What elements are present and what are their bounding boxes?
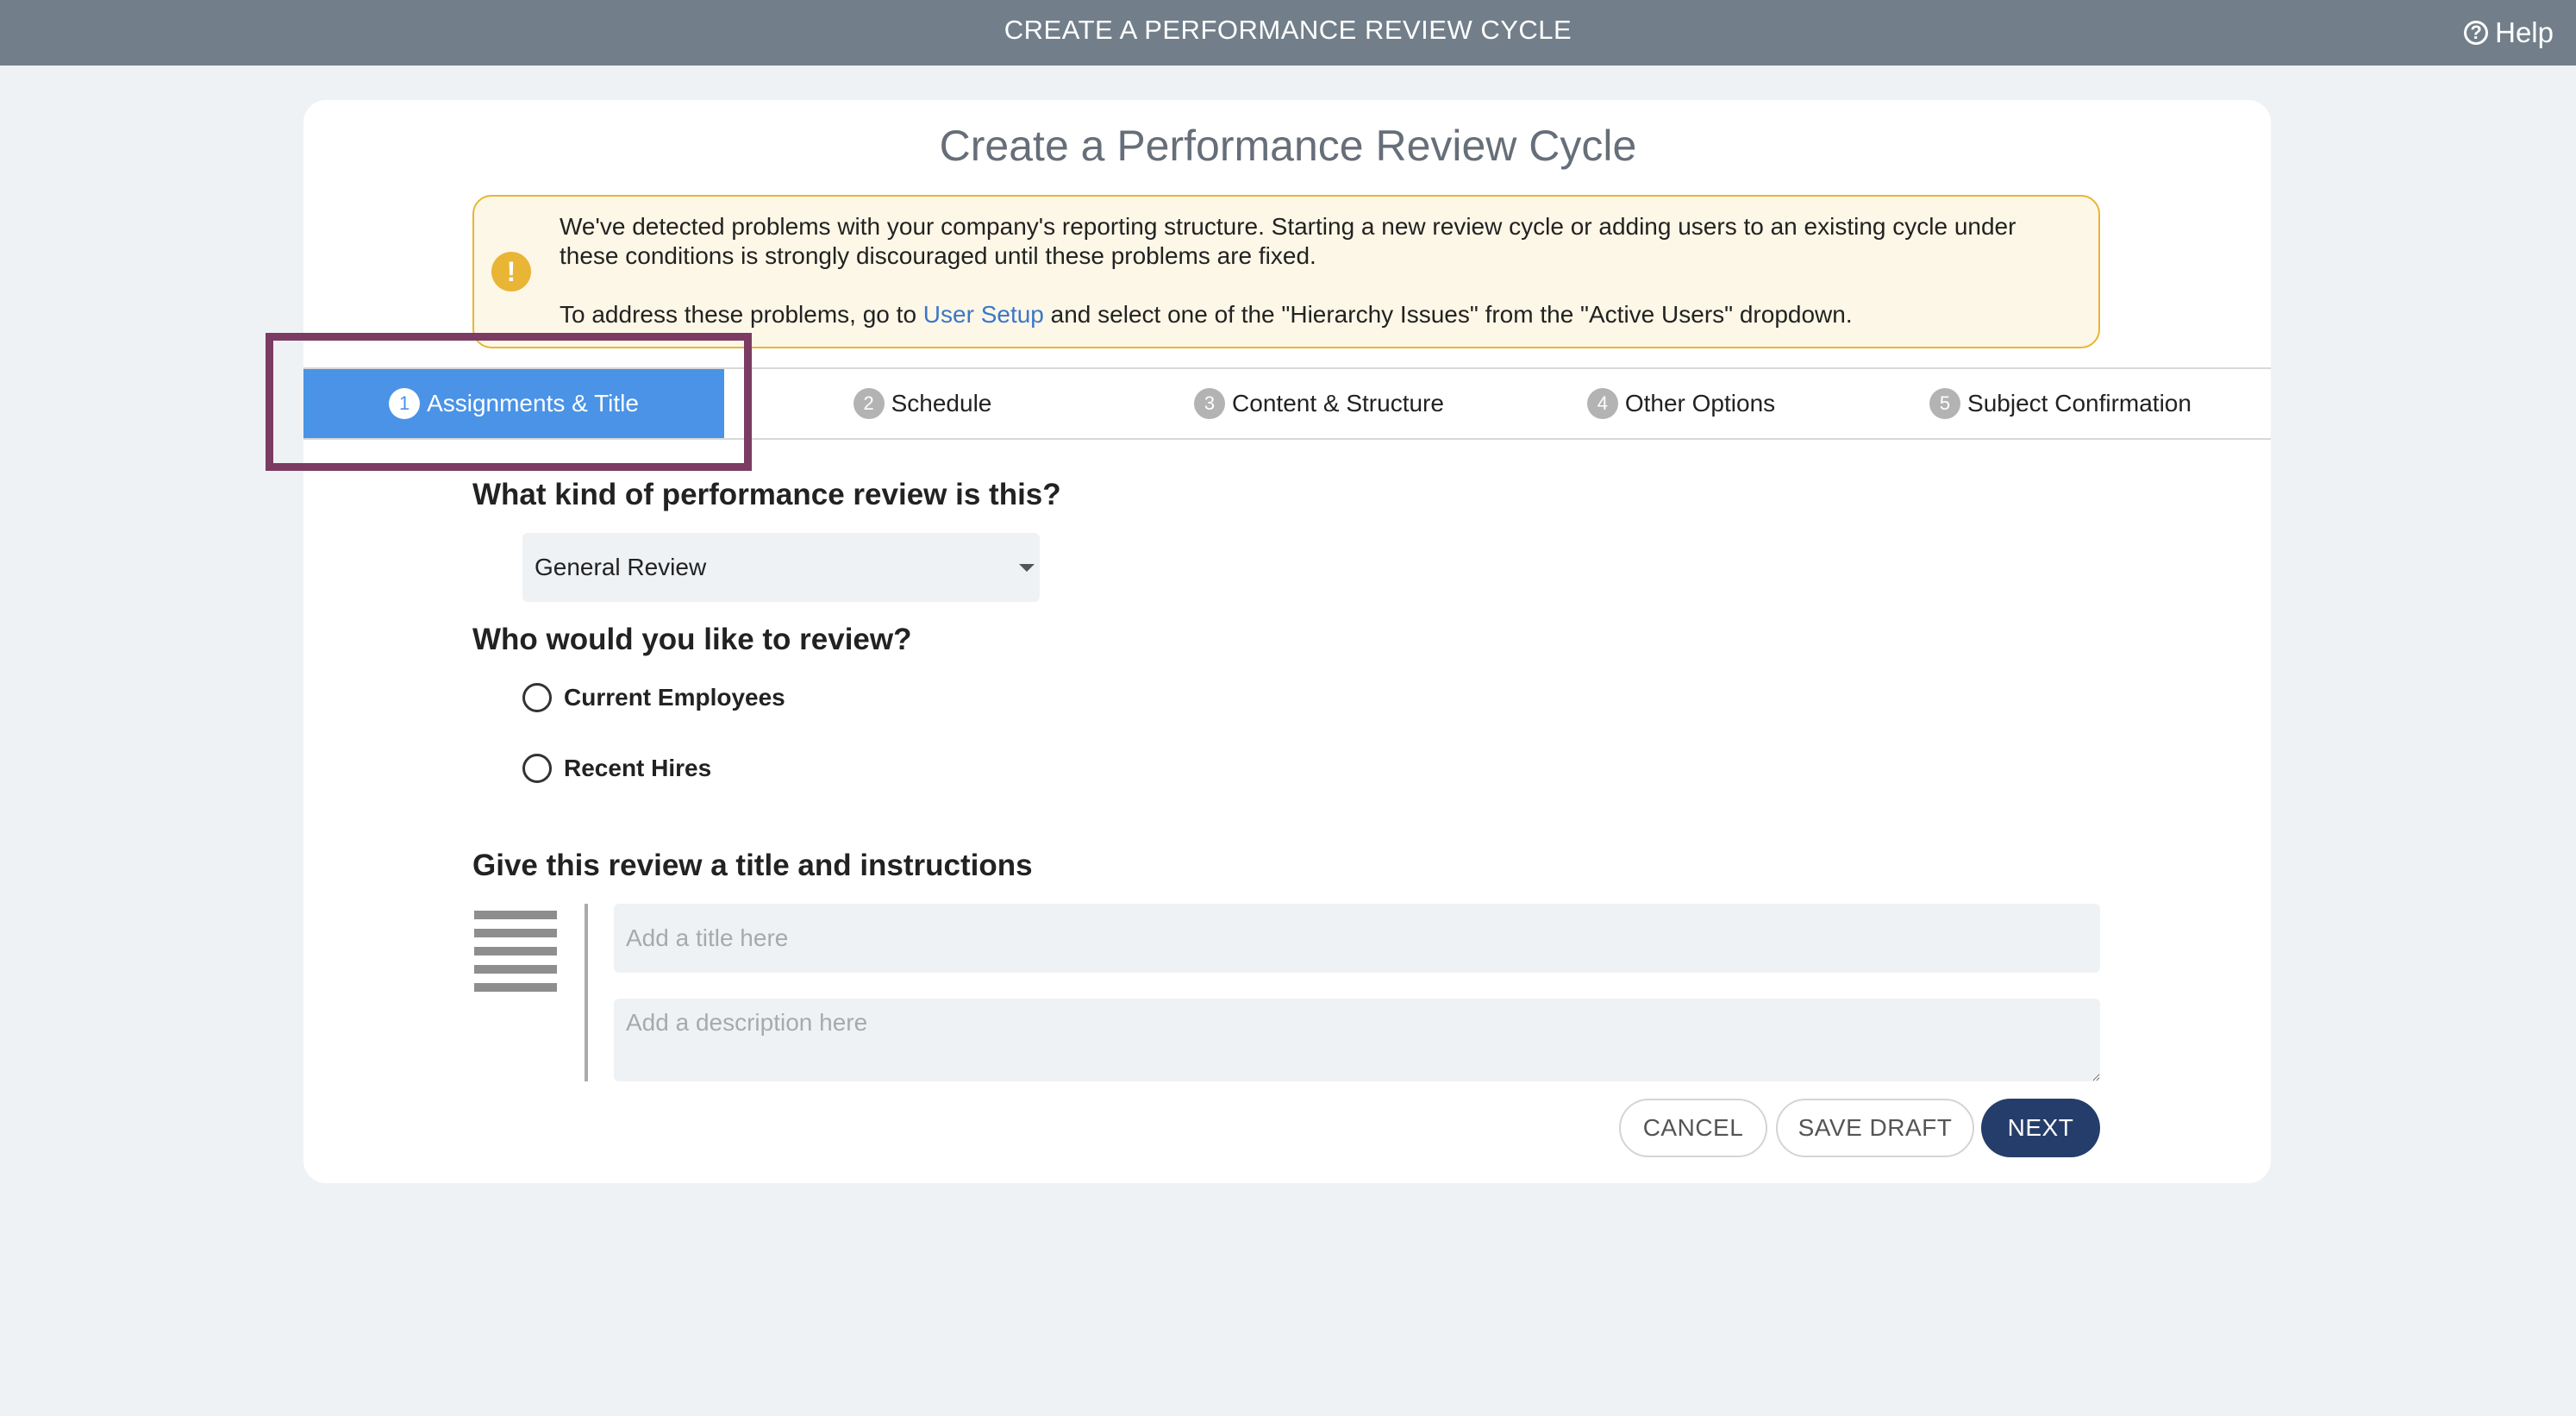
tab-other-options[interactable]: 4 Other Options — [1552, 369, 1810, 438]
next-button[interactable]: NEXT — [1981, 1099, 2100, 1157]
tab-label: Other Options — [1624, 390, 1776, 417]
tab-subject-confirmation[interactable]: 5 Subject Confirmation — [1914, 369, 2207, 438]
step-number-4: 4 — [1586, 388, 1618, 419]
radio-current-employees[interactable]: Current Employees — [522, 683, 785, 712]
review-type-heading: What kind of performance review is this? — [472, 478, 1061, 511]
warning-line-2-suffix: and select one of the "Hierarchy Issues"… — [1043, 301, 1853, 328]
step-number-2: 2 — [853, 388, 885, 419]
help-circle-icon: ? — [2464, 21, 2489, 45]
warning-line-1: We've detected problems with your compan… — [560, 213, 2016, 269]
review-title-input[interactable] — [614, 904, 2100, 973]
dropdown-caret-icon — [1019, 564, 1035, 572]
save-draft-button[interactable]: SAVE DRAFT — [1776, 1099, 1974, 1157]
top-bar: CREATE A PERFORMANCE REVIEW CYCLE ? Help — [0, 0, 2576, 66]
radio-label: Recent Hires — [564, 755, 712, 781]
tab-content-structure[interactable]: 3 Content & Structure — [1155, 369, 1483, 438]
warning-icon: ! — [491, 252, 531, 291]
radio-label: Current Employees — [564, 684, 785, 711]
step-number-5: 5 — [1929, 388, 1961, 419]
radio-recent-hires[interactable]: Recent Hires — [522, 754, 711, 783]
tab-label: Content & Structure — [1232, 390, 1444, 417]
review-type-selected: General Review — [535, 554, 707, 580]
tab-label: Schedule — [891, 390, 992, 417]
highlight-box — [266, 333, 752, 471]
warning-text: We've detected problems with your compan… — [560, 212, 2077, 329]
user-setup-link[interactable]: User Setup — [923, 301, 1044, 328]
tab-schedule[interactable]: 2 Schedule — [828, 369, 1017, 438]
who-heading: Who would you like to review? — [472, 623, 912, 656]
tab-label: Subject Confirmation — [1967, 390, 2191, 417]
radio-circle-icon[interactable] — [522, 683, 552, 712]
vertical-divider — [585, 904, 588, 1081]
title-section-heading: Give this review a title and instruction… — [472, 849, 1033, 882]
help-label: Help — [2495, 16, 2554, 48]
cancel-button[interactable]: CANCEL — [1619, 1099, 1767, 1157]
review-type-select[interactable]: General Review — [522, 533, 1040, 602]
radio-circle-icon[interactable] — [522, 754, 552, 783]
text-lines-icon — [474, 911, 557, 992]
warning-line-2: To address these problems, go to User Se… — [560, 300, 2077, 329]
warning-line-2-prefix: To address these problems, go to — [560, 301, 923, 328]
review-description-input[interactable] — [614, 999, 2100, 1081]
help-link[interactable]: ? Help — [2464, 0, 2554, 66]
card-title: Create a Performance Review Cycle — [939, 122, 1637, 170]
step-number-3: 3 — [1194, 388, 1226, 419]
page-header-title: CREATE A PERFORMANCE REVIEW CYCLE — [1004, 15, 1572, 45]
